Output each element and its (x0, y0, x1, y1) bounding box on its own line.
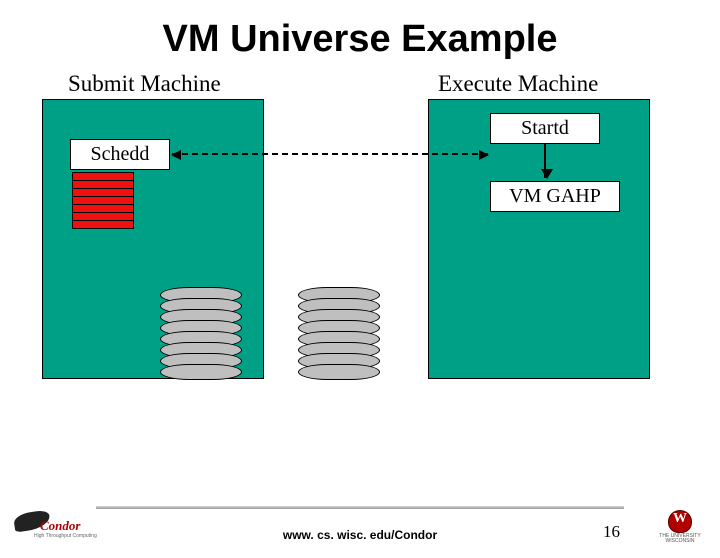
job-queue-stack-icon (72, 173, 134, 229)
submit-machine-label: Submit Machine (68, 71, 221, 97)
vm-gahp-box: VM GAHP (490, 181, 620, 212)
disk-stack-1-icon (160, 287, 242, 380)
startd-box: Startd (490, 113, 600, 144)
disk-stack-2-icon (298, 287, 380, 380)
schedd-startd-link-icon (172, 153, 488, 155)
uw-line2: WISCONSIN (666, 538, 695, 544)
diagram-stage: Submit Machine Execute Machine Schedd St… (0, 69, 720, 449)
condor-logo-sub: High Throughput Computing (34, 533, 97, 539)
slide-title: VM Universe Example (0, 18, 720, 61)
condor-logo-text: Condor (40, 518, 80, 534)
startd-to-vmgahp-arrow-icon (544, 144, 546, 178)
slide-number: 16 (603, 522, 620, 542)
condor-logo-icon: Condor High Throughput Computing (12, 516, 98, 542)
execute-machine-label: Execute Machine (438, 71, 598, 97)
schedd-box: Schedd (70, 139, 170, 170)
footer: Condor High Throughput Computing www. cs… (0, 506, 720, 548)
uw-logo-icon: THE UNIVERSITYWISCONSIN (650, 510, 710, 544)
footer-rule-icon (96, 506, 624, 509)
